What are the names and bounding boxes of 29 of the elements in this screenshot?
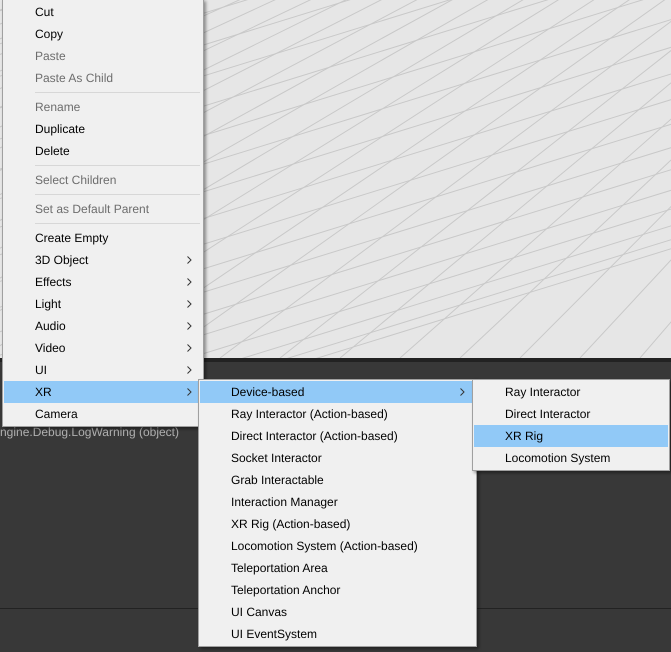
menu-item[interactable]: Ray Interactor xyxy=(474,381,668,403)
menu-item[interactable]: Locomotion System (Action-based) xyxy=(200,535,475,557)
menu-item[interactable]: UI EventSystem xyxy=(200,623,475,645)
menu-item[interactable]: Interaction Manager xyxy=(200,491,475,513)
menu-item[interactable]: Video xyxy=(4,337,202,359)
menu-item[interactable]: Create Empty xyxy=(4,227,202,249)
menu-item[interactable]: Camera xyxy=(4,403,202,425)
menu-item[interactable]: 3D Object xyxy=(4,249,202,271)
menu-item[interactable]: Copy xyxy=(4,23,202,45)
menu-item[interactable]: XR Rig (Action-based) xyxy=(200,513,475,535)
menu-item[interactable]: Grab Interactable xyxy=(200,469,475,491)
menu-item[interactable]: Teleportation Anchor xyxy=(200,579,475,601)
menu-item[interactable]: Socket Interactor xyxy=(200,447,475,469)
menu-item[interactable]: Device-based xyxy=(200,381,475,403)
menu-item[interactable]: Ray Interactor (Action-based) xyxy=(200,403,475,425)
menu-item[interactable]: XR Rig xyxy=(474,425,668,447)
menu-item[interactable]: Audio xyxy=(4,315,202,337)
menu-item[interactable]: Duplicate xyxy=(4,118,202,140)
console-line: ngine.Debug.LogWarning (object) xyxy=(0,425,179,439)
menu-item[interactable]: Light xyxy=(4,293,202,315)
menu-item[interactable]: UI xyxy=(4,359,202,381)
menu-item[interactable]: Cut xyxy=(4,1,202,23)
menu-item[interactable]: Direct Interactor xyxy=(474,403,668,425)
menu-item[interactable]: Locomotion System xyxy=(474,447,668,469)
menu-item[interactable]: Delete xyxy=(4,140,202,162)
menu-item[interactable]: Direct Interactor (Action-based) xyxy=(200,425,475,447)
menu-item[interactable]: UI Canvas xyxy=(200,601,475,623)
menu-item[interactable]: Teleportation Area xyxy=(200,557,475,579)
menu-item[interactable]: Effects xyxy=(4,271,202,293)
